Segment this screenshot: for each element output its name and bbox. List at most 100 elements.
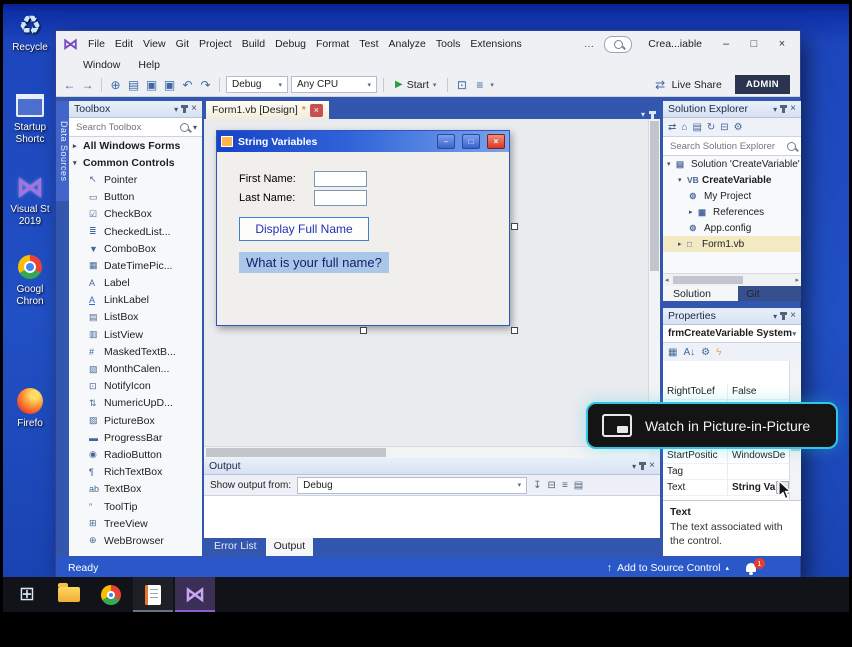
desktop-icon-startup-shortcut[interactable]: Startup Shortc bbox=[5, 90, 55, 146]
clear-all-icon[interactable]: ⊟ bbox=[548, 480, 556, 491]
toolbox-item[interactable]: ▬ ProgressBar bbox=[69, 429, 202, 446]
menu-item[interactable]: Tools bbox=[431, 38, 466, 50]
close-icon[interactable]: × bbox=[790, 311, 796, 321]
notepad-button[interactable] bbox=[133, 577, 173, 612]
visual-studio-button[interactable]: ⋈ bbox=[175, 577, 215, 612]
solution-horizontal-scrollbar[interactable]: ◂ ▸ bbox=[663, 273, 801, 286]
property-pages-icon[interactable]: ⚙ bbox=[701, 347, 710, 358]
desktop-icon-firefox[interactable]: Firefo bbox=[5, 386, 55, 430]
menu-item-window[interactable]: Window bbox=[78, 59, 125, 71]
object-selector-dropdown[interactable]: frmCreateVariable System ▾ bbox=[663, 325, 801, 343]
pin-icon[interactable] bbox=[649, 110, 656, 119]
notifications-button[interactable]: 1 bbox=[746, 557, 765, 575]
menu-item[interactable]: Debug bbox=[270, 38, 311, 50]
menu-item[interactable]: Format bbox=[311, 38, 354, 50]
designed-form[interactable]: String Variables – □ × First Name: Last … bbox=[216, 130, 510, 326]
last-name-input[interactable] bbox=[314, 190, 367, 206]
word-wrap-icon[interactable]: ≡ bbox=[562, 480, 568, 491]
toolbox-item[interactable]: ⊞ TreeView bbox=[69, 515, 202, 532]
desktop-icon-visual-studio-2019[interactable]: ⋈ Visual St 2019 bbox=[5, 172, 55, 228]
toolbox-item[interactable]: ” ToolTip bbox=[69, 498, 202, 515]
scroll-right-icon[interactable]: ▸ bbox=[795, 276, 799, 284]
navigate-forward-icon[interactable]: → bbox=[80, 78, 95, 92]
property-value[interactable]: WindowsDe bbox=[728, 450, 790, 461]
maximize-button[interactable]: □ bbox=[740, 33, 768, 55]
panel-tab[interactable]: Solution Expl... bbox=[665, 286, 738, 301]
designer-horizontal-scrollbar[interactable] bbox=[204, 446, 649, 458]
property-value[interactable]: String Va bbox=[728, 482, 776, 493]
menu-item[interactable]: File bbox=[83, 38, 110, 50]
output-source-dropdown[interactable]: Debug ▾ bbox=[297, 476, 528, 494]
live-share-button[interactable]: ⇄ Live Share bbox=[653, 78, 722, 92]
close-tab-icon[interactable]: × bbox=[309, 103, 323, 117]
chrome-button[interactable] bbox=[91, 577, 131, 612]
menu-item[interactable]: Extensions bbox=[465, 38, 526, 50]
resize-handle-right[interactable] bbox=[511, 223, 518, 230]
desktop-icon-recycle-bin[interactable]: ♻ Recycle bbox=[5, 10, 55, 54]
solution-platform-dropdown[interactable]: Any CPU ▾ bbox=[291, 76, 377, 93]
save-all-icon[interactable]: ▣ bbox=[162, 78, 177, 92]
menu-item[interactable]: Edit bbox=[110, 38, 138, 50]
toolbox-item[interactable]: ⇅ NumericUpD... bbox=[69, 395, 202, 412]
desktop-icon-google-chrome[interactable]: Googl Chron bbox=[5, 252, 55, 308]
menu-item[interactable]: View bbox=[138, 38, 171, 50]
resize-handle-bottom[interactable] bbox=[360, 327, 367, 334]
preview-monitor-icon[interactable]: ⊡ bbox=[454, 78, 469, 92]
messages-icon[interactable]: ▤ bbox=[574, 480, 583, 491]
designer-vertical-scrollbar[interactable] bbox=[648, 119, 660, 447]
menu-overflow-icon[interactable]: … bbox=[580, 38, 599, 50]
window-position-icon[interactable]: ▾ bbox=[632, 462, 636, 471]
tree-item-references[interactable]: ▸ ▦ References bbox=[663, 204, 801, 220]
toolbox-item[interactable]: # MaskedTextB... bbox=[69, 343, 202, 360]
toolbox-item[interactable]: A LinkLabel bbox=[69, 292, 202, 309]
property-value[interactable]: False bbox=[728, 386, 790, 397]
toolbox-item[interactable]: ↖ Pointer bbox=[69, 171, 202, 188]
scrollbar-thumb[interactable] bbox=[206, 448, 386, 457]
display-full-name-button[interactable]: Display Full Name bbox=[239, 217, 369, 241]
toolbox-item[interactable]: ☑ CheckBox bbox=[69, 206, 202, 223]
toolbox-item[interactable]: ▸ All Windows Forms bbox=[69, 137, 202, 154]
scrollbar-thumb[interactable] bbox=[673, 276, 743, 284]
toolbox-search-input[interactable] bbox=[74, 120, 176, 134]
home-icon[interactable]: ⌂ bbox=[681, 122, 687, 133]
property-row[interactable]: StartPositic WindowsDe bbox=[663, 448, 790, 464]
form-close-button[interactable]: × bbox=[487, 134, 505, 149]
menu-item-help[interactable]: Help bbox=[133, 59, 165, 71]
toolbox-item[interactable]: ⊕ WebBrowser bbox=[69, 532, 202, 549]
form-minimize-button[interactable]: – bbox=[437, 134, 455, 149]
window-position-icon[interactable]: ▾ bbox=[174, 105, 178, 114]
tree-item-solution[interactable]: ▾ ▤ Solution 'CreateVariable' bbox=[663, 156, 801, 172]
menu-item[interactable]: Git bbox=[171, 38, 194, 50]
refresh-icon[interactable]: ↻ bbox=[707, 122, 715, 133]
start-button[interactable]: ⊞ bbox=[7, 577, 47, 612]
open-file-icon[interactable]: ▤ bbox=[126, 78, 141, 92]
toolbox-item[interactable]: ▨ PictureBox bbox=[69, 412, 202, 429]
scroll-left-icon[interactable]: ◂ bbox=[665, 276, 669, 284]
window-position-icon[interactable]: ▾ bbox=[773, 312, 777, 321]
add-to-source-control-button[interactable]: Add to Source Control bbox=[617, 562, 720, 574]
navigate-back-icon[interactable]: ← bbox=[62, 78, 77, 92]
collapse-all-icon[interactable]: ⊟ bbox=[720, 122, 728, 133]
toolbox-item[interactable]: ▧ MonthCalen... bbox=[69, 360, 202, 377]
close-button[interactable]: × bbox=[768, 33, 796, 55]
save-icon[interactable]: ▣ bbox=[144, 78, 159, 92]
property-row[interactable]: RightToLef False bbox=[663, 384, 790, 400]
menu-item[interactable]: Test bbox=[354, 38, 383, 50]
toolbox-item[interactable]: ¶ RichTextBox bbox=[69, 464, 202, 481]
categorized-icon[interactable]: ▦ bbox=[668, 347, 677, 358]
toolbox-item[interactable]: ⊡ NotifyIcon bbox=[69, 378, 202, 395]
properties-icon[interactable]: ⚙ bbox=[734, 122, 743, 133]
undo-icon[interactable]: ↶ bbox=[180, 78, 195, 92]
toolbox-item[interactable]: ◉ RadioButton bbox=[69, 446, 202, 463]
scrollbar-thumb[interactable] bbox=[650, 121, 659, 271]
property-row[interactable]: Text String Va ▾ bbox=[663, 480, 790, 496]
show-all-files-icon[interactable]: ▤ bbox=[692, 122, 701, 133]
pin-icon[interactable] bbox=[639, 462, 647, 470]
pin-icon[interactable] bbox=[780, 105, 788, 113]
toolbox-item[interactable]: ▼ ComboBox bbox=[69, 240, 202, 257]
start-debug-button[interactable]: ▶ Start ▾ bbox=[390, 79, 441, 91]
pin-icon[interactable] bbox=[780, 312, 788, 320]
quick-search-input[interactable] bbox=[604, 35, 633, 53]
property-row[interactable]: Tag bbox=[663, 464, 790, 480]
first-name-label[interactable]: First Name: bbox=[239, 173, 296, 185]
